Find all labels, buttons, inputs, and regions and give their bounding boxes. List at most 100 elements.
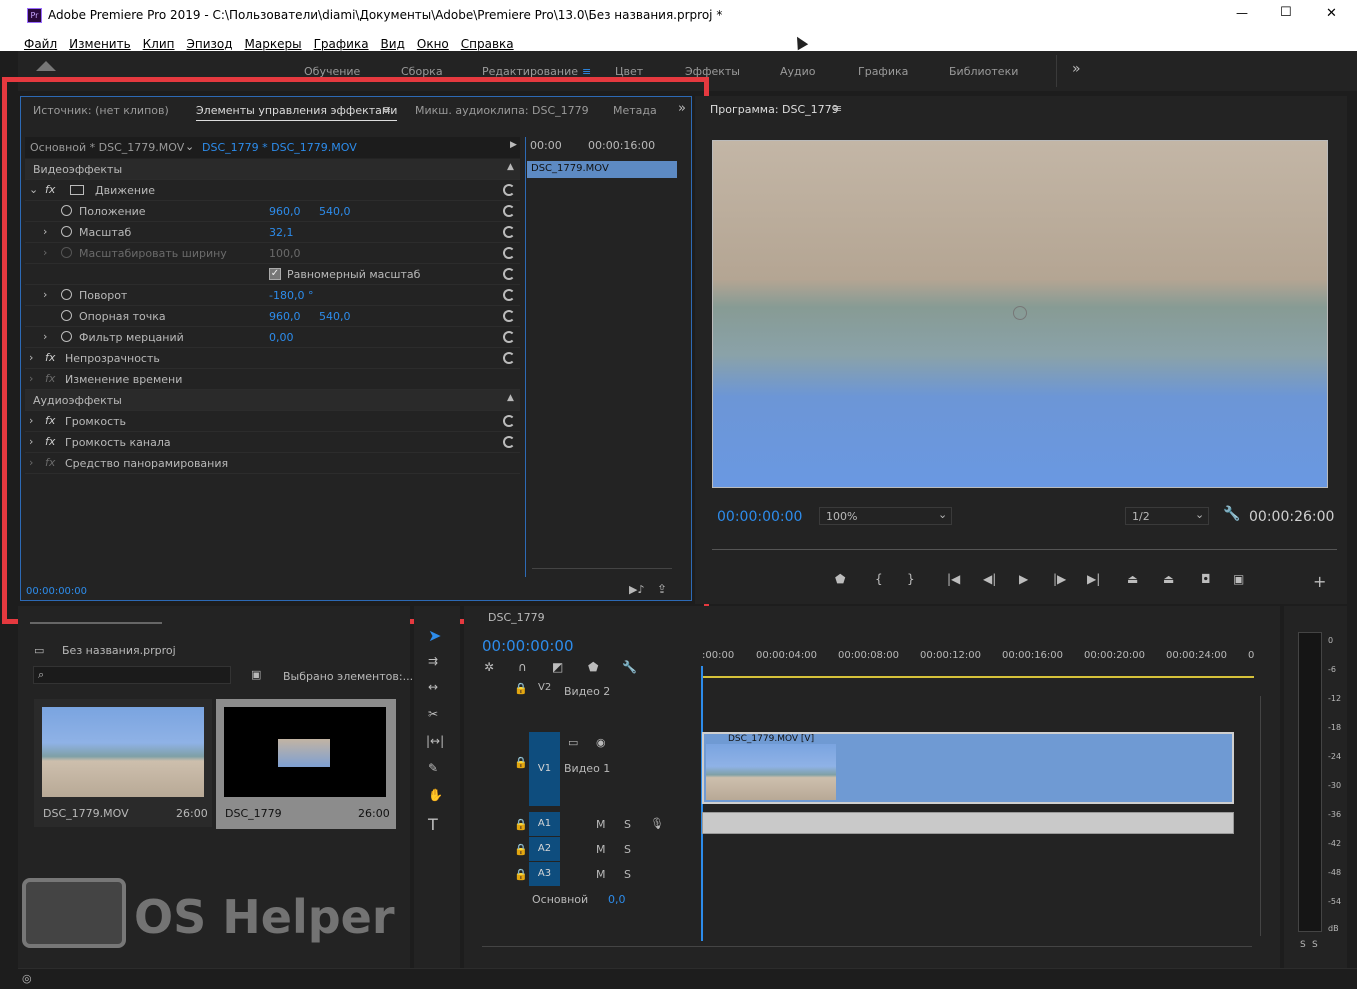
track-v1-name: Видео 1 [564, 762, 611, 775]
ws-libraries[interactable]: Библиотеки [949, 65, 1018, 78]
track-select-tool[interactable]: ⇉ [428, 654, 438, 668]
slip-tool[interactable]: |↔| [426, 734, 444, 748]
panel-menu-icon[interactable]: ≡ [833, 102, 842, 115]
program-scrubber[interactable] [712, 540, 1337, 550]
sequence-thumbnail [224, 707, 386, 797]
hand-tool[interactable]: ✋ [428, 788, 443, 802]
menu-file[interactable]: Файл [24, 37, 57, 51]
menu-help[interactable]: Справка [461, 37, 514, 51]
timeline-tools: ✲ ∩ ◩ ⬟ 🔧 [484, 660, 644, 676]
maximize-button[interactable]: ☐ [1280, 5, 1292, 20]
mute-a2[interactable]: M [596, 843, 606, 856]
program-title: Программа: DSC_1779 [710, 103, 839, 116]
project-item[interactable]: DSC_1779.MOV 26:00 [34, 699, 212, 827]
project-item-selected[interactable]: DSC_1779 26:00 [216, 699, 396, 829]
go-out-button[interactable]: ▶| [1087, 572, 1100, 586]
ws-graphics[interactable]: Графика [858, 65, 908, 78]
menu-markers[interactable]: Маркеры [245, 37, 302, 51]
lock-icon[interactable]: 🔒 [514, 868, 528, 881]
status-bar: ◎ [18, 968, 1357, 989]
play-button[interactable]: ▶ [1019, 572, 1028, 586]
solo-right[interactable]: S [1312, 940, 1318, 950]
meter-bar [1298, 632, 1322, 932]
menu-view[interactable]: Вид [381, 37, 405, 51]
search-icon: ⌕ [38, 668, 45, 681]
timeline-ruler[interactable]: :00:00 00:00:04:00 00:00:08:00 00:00:12:… [702, 646, 1254, 678]
master-track-label: Основной [532, 893, 589, 906]
step-forward-button[interactable]: |▶ [1053, 572, 1066, 586]
mute-a1[interactable]: M [596, 818, 606, 831]
pen-tool[interactable]: ✎ [428, 761, 438, 775]
marker-icon[interactable]: ⬟ [588, 660, 598, 674]
ws-audio[interactable]: Аудио [780, 65, 816, 78]
lock-icon[interactable]: 🔒 [514, 818, 528, 831]
solo-a2[interactable]: S [624, 843, 631, 856]
solo-a3[interactable]: S [624, 868, 631, 881]
track-v1-target[interactable]: V1 [529, 732, 560, 806]
timeline-hscroll[interactable] [482, 946, 1252, 947]
lift-button[interactable]: ⏏ [1127, 572, 1138, 586]
timeline-clip-audio[interactable] [702, 812, 1234, 834]
marker-button[interactable]: ⬟ [835, 572, 845, 586]
clip-thumbnail [42, 707, 204, 797]
close-button[interactable]: ✕ [1326, 6, 1337, 21]
anchor-crosshair-icon[interactable] [1013, 306, 1027, 320]
solo-left[interactable]: S [1300, 940, 1306, 950]
track-v2-name: Видео 2 [564, 685, 611, 698]
chevron-down-icon: ⌄ [1195, 508, 1205, 521]
timeline-clip-video[interactable]: DSC_1779.MOV [V] [702, 732, 1234, 804]
ws-more-button[interactable]: » [1072, 61, 1081, 77]
track-a2-target[interactable]: A2 [529, 837, 560, 861]
mark-out-button[interactable]: } [907, 572, 915, 586]
mic-icon[interactable]: 🎙 [650, 817, 664, 830]
bin-icon[interactable]: ▣ [251, 668, 261, 681]
add-button[interactable]: + [1313, 572, 1326, 591]
go-in-button[interactable]: |◀ [947, 572, 960, 586]
home-icon[interactable] [36, 61, 56, 71]
step-back-button[interactable]: ◀| [983, 572, 996, 586]
snap-icon[interactable]: ∩ [518, 660, 527, 674]
ripple-edit-tool[interactable]: ↔ [428, 680, 438, 694]
lock-icon[interactable]: 🔒 [514, 843, 528, 856]
track-a3-target[interactable]: A3 [529, 862, 560, 886]
type-tool[interactable]: T [428, 815, 438, 834]
film-icon[interactable]: ▭ [568, 736, 578, 749]
ws-divider [1056, 55, 1057, 87]
project-file: Без названия.prproj [62, 644, 176, 657]
app-icon: Pr [27, 8, 42, 23]
watermark-text: OS Helper [134, 890, 395, 944]
wrench-icon[interactable]: 🔧 [622, 660, 637, 674]
menu-clip[interactable]: Клип [143, 37, 175, 51]
track-a1-target[interactable]: A1 [529, 812, 560, 836]
mark-in-button[interactable]: { [875, 572, 883, 586]
eye-icon[interactable]: ◉ [596, 736, 606, 749]
solo-a1[interactable]: S [624, 818, 631, 831]
compare-button[interactable]: ▣ [1233, 572, 1244, 586]
selected-items: Выбрано элементов:... [283, 670, 414, 683]
menu-edit[interactable]: Изменить [69, 37, 131, 51]
master-track-value[interactable]: 0,0 [608, 893, 626, 906]
razor-tool[interactable]: ✂ [428, 707, 438, 721]
track-v2[interactable]: V2 [538, 682, 551, 693]
timeline-timecode[interactable]: 00:00:00:00 [482, 637, 574, 655]
linked-icon[interactable]: ◩ [552, 660, 563, 674]
mute-a3[interactable]: M [596, 868, 606, 881]
clip-thumbnail [706, 744, 836, 800]
zoom-select[interactable]: 100% ⌄ [819, 507, 952, 525]
extract-button[interactable]: ⏏ [1163, 572, 1174, 586]
project-search-input[interactable] [33, 666, 231, 684]
menu-graphics[interactable]: Графика [314, 37, 369, 51]
menu-sequence[interactable]: Эпизод [187, 37, 233, 51]
program-timecode[interactable]: 00:00:00:00 [717, 509, 802, 525]
lock-icon[interactable]: 🔒 [514, 682, 528, 695]
minimize-button[interactable]: — [1236, 6, 1248, 20]
camera-icon[interactable]: ◘ [1201, 572, 1211, 586]
wrench-icon[interactable]: 🔧 [1223, 506, 1240, 522]
quality-select[interactable]: 1/2 ⌄ [1125, 507, 1209, 525]
nest-icon[interactable]: ✲ [484, 660, 494, 674]
sequence-tab[interactable]: DSC_1779 [488, 611, 545, 624]
selection-tool[interactable]: ➤ [428, 626, 441, 645]
timeline-vscroll[interactable] [1260, 696, 1261, 936]
menu-window[interactable]: Окно [417, 37, 449, 51]
lock-icon[interactable]: 🔒 [514, 756, 528, 769]
